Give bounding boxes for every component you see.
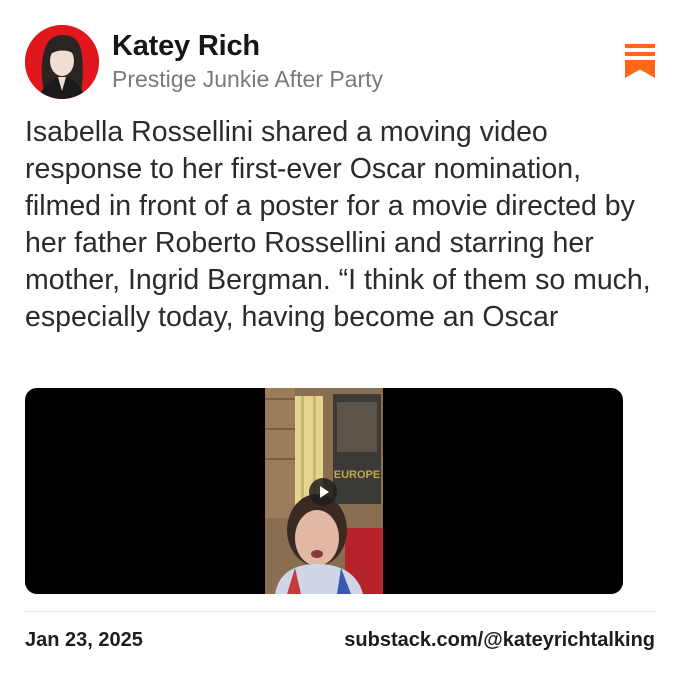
author-avatar[interactable] <box>25 25 99 99</box>
post-card: Katey Rich Prestige Junkie After Party I… <box>0 0 680 680</box>
play-icon[interactable] <box>309 478 337 506</box>
post-date: Jan 23, 2025 <box>25 629 143 651</box>
author-name[interactable]: Katey Rich <box>112 30 260 63</box>
divider <box>25 611 655 612</box>
video-player[interactable]: EUROPE <box>25 388 623 594</box>
substack-bookmark-icon[interactable] <box>624 44 656 78</box>
post-text: Isabella Rossellini shared a moving vide… <box>25 116 651 333</box>
svg-text:EUROPE: EUROPE <box>334 469 380 481</box>
publication-name[interactable]: Prestige Junkie After Party <box>112 66 383 93</box>
source-link[interactable]: substack.com/@kateyrichtalking <box>344 629 655 652</box>
avatar-portrait <box>25 25 99 99</box>
